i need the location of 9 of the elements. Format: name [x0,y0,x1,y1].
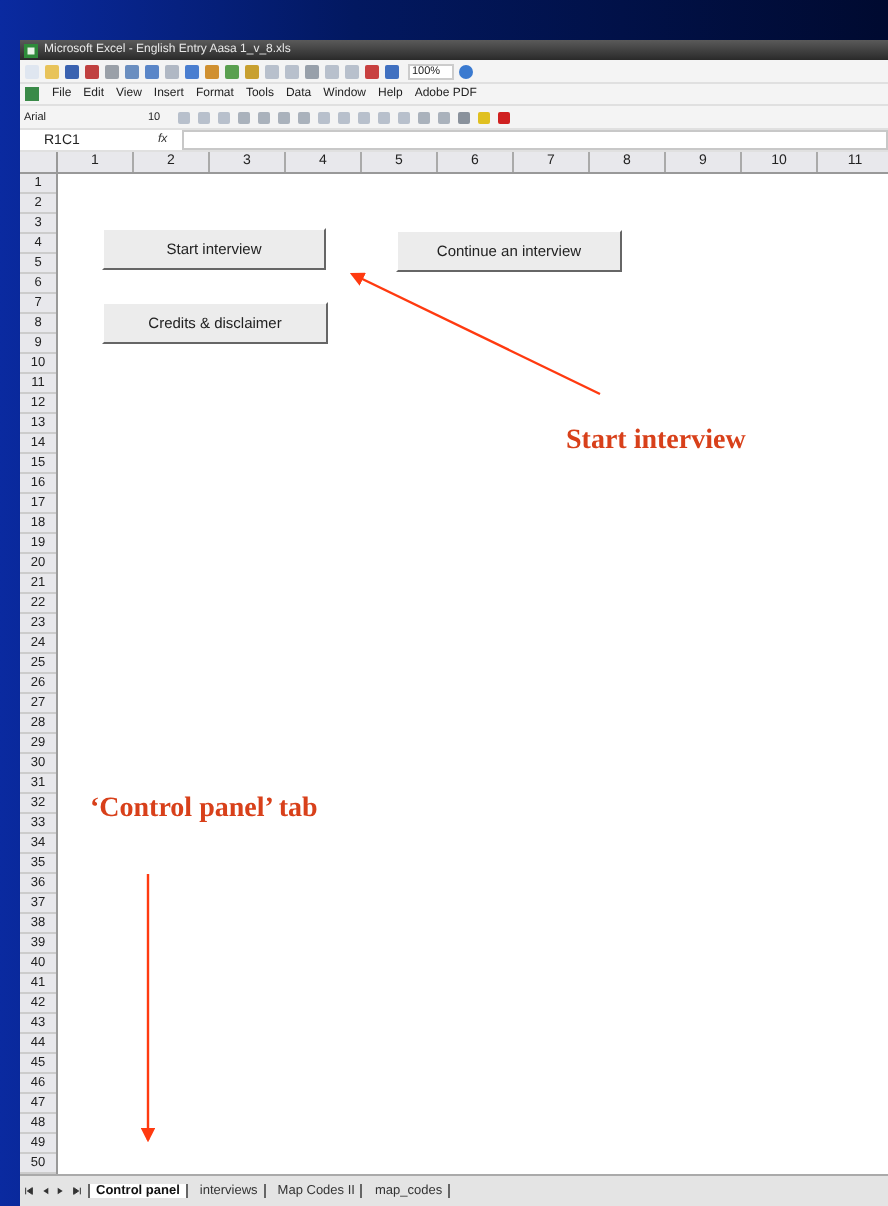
first-sheet-icon[interactable] [24,1186,34,1196]
workbook-icon[interactable] [24,86,40,102]
previous-sheet-icon[interactable] [40,1186,50,1196]
next-sheet-icon[interactable] [56,1186,66,1196]
formula-field[interactable] [182,130,888,150]
last-sheet-icon[interactable] [72,1186,82,1196]
annotation-text: Start interview [566,426,746,458]
annotation-text: ‘Control panel’ tab [90,794,318,826]
help-icon[interactable] [458,63,475,79]
